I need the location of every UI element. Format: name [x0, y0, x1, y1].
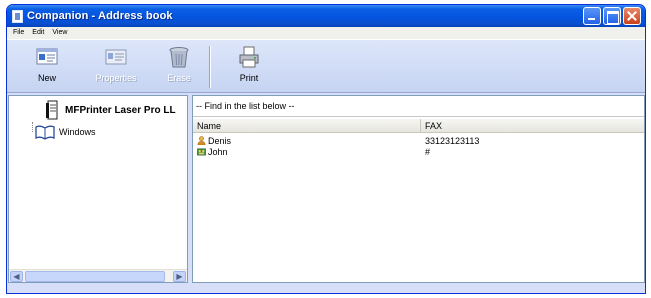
- list-row-denis[interactable]: Denis 33123123113: [193, 135, 644, 146]
- open-book-icon: [35, 125, 55, 140]
- contact-fax: #: [425, 146, 431, 157]
- tree-item-windows[interactable]: Windows: [35, 124, 96, 140]
- new-label: New: [37, 73, 56, 83]
- toolbar-separator: [209, 46, 211, 88]
- contact-person-icon: [197, 136, 206, 145]
- tree-item-printer[interactable]: MFPrinter Laser Pro LL: [45, 100, 176, 120]
- close-button[interactable]: [623, 7, 641, 25]
- column-name-header[interactable]: Name: [193, 119, 421, 132]
- erase-button[interactable]: Erase: [157, 45, 201, 89]
- properties-button[interactable]: Properties: [89, 45, 143, 89]
- list-header: Name FAX: [193, 119, 644, 133]
- properties-icon: [105, 49, 127, 65]
- menu-edit[interactable]: Edit: [28, 27, 48, 39]
- contact-name: Denis: [208, 135, 232, 146]
- address-card-icon: [36, 48, 58, 65]
- properties-label: Properties: [95, 73, 137, 83]
- app-icon: [12, 9, 23, 23]
- title-bar[interactable]: Companion - Address book: [7, 5, 645, 27]
- tree-connector: [32, 122, 33, 132]
- menu-view[interactable]: View: [48, 27, 71, 39]
- menu-bar: File Edit View: [7, 27, 645, 39]
- scroll-thumb[interactable]: [25, 271, 165, 282]
- list-row-john[interactable]: John #: [193, 146, 644, 157]
- new-button[interactable]: New: [25, 45, 69, 89]
- cell-name: Denis: [193, 136, 421, 146]
- maximize-button[interactable]: [603, 7, 621, 25]
- scroll-left-icon[interactable]: ◀: [10, 271, 23, 282]
- contact-list-pane: -- Find in the list below -- Name FAX De…: [192, 95, 645, 283]
- scroll-right-icon[interactable]: ▶: [173, 271, 186, 282]
- device-tree-pane[interactable]: MFPrinter Laser Pro LL Windows ◀ ▶: [8, 95, 188, 283]
- print-button[interactable]: Print: [227, 45, 271, 89]
- status-bar: [7, 285, 645, 293]
- column-fax-header[interactable]: FAX: [421, 119, 644, 132]
- tree-item-windows-label: Windows: [59, 127, 96, 137]
- erase-label: Erase: [167, 73, 191, 83]
- address-book-window: Companion - Address book File Edit View …: [6, 4, 646, 294]
- tree-item-printer-label: MFPrinter Laser Pro LL: [65, 104, 176, 116]
- minimize-button[interactable]: [583, 7, 601, 25]
- contact-group-icon: [197, 148, 206, 156]
- menu-file[interactable]: File: [9, 27, 28, 39]
- window-title: Companion - Address book: [27, 10, 173, 22]
- trash-can-icon: [169, 47, 189, 68]
- print-label: Print: [239, 73, 259, 83]
- find-in-list-field[interactable]: -- Find in the list below --: [193, 96, 644, 117]
- contact-name: John: [208, 146, 228, 157]
- printer-icon: [239, 46, 259, 68]
- horizontal-scrollbar[interactable]: ◀ ▶: [9, 269, 187, 282]
- cell-name: John: [193, 147, 421, 157]
- printer-device-icon: [46, 100, 58, 120]
- toolbar: New Properties Erase Print: [7, 39, 645, 93]
- contact-fax: 33123123113: [425, 135, 480, 146]
- caption-buttons: [583, 7, 641, 25]
